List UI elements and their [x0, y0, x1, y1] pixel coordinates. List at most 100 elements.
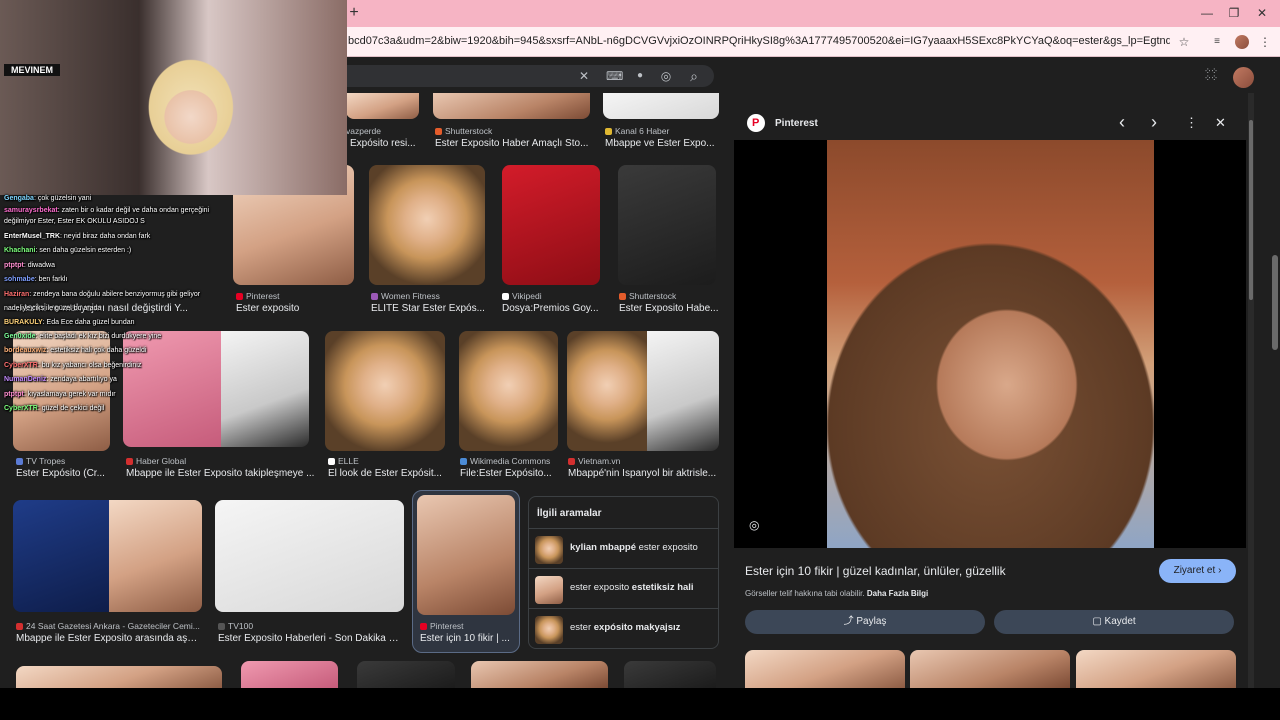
- chat-username: ptptpt: [4, 262, 24, 269]
- image-title[interactable]: El look de Ester Expósit...: [328, 468, 446, 479]
- maximize-button[interactable]: ❐: [1226, 5, 1242, 21]
- related-image-tile[interactable]: [910, 650, 1070, 688]
- image-tile[interactable]: [325, 331, 445, 451]
- image-tile[interactable]: [109, 500, 202, 612]
- chat-message: Gengaba: çok güzelsin yani: [4, 194, 91, 204]
- close-preview-icon[interactable]: ✕: [1215, 115, 1226, 131]
- browser-menu-icon[interactable]: ⋮: [1257, 34, 1273, 50]
- tv100-icon: [218, 623, 225, 630]
- image-tile[interactable]: [346, 93, 419, 119]
- star-icon[interactable]: ☆: [1176, 34, 1192, 50]
- image-tile[interactable]: [471, 661, 608, 688]
- related-searches-heading: İlgili aramalar: [537, 508, 602, 519]
- image-tile[interactable]: [618, 165, 716, 285]
- apps-icon[interactable]: ⁘⁘ ⁘⁘: [1204, 67, 1218, 83]
- image-title[interactable]: Dosya:Premios Goy...: [502, 303, 602, 314]
- image-tile[interactable]: [13, 500, 109, 612]
- preview-title[interactable]: Ester için 10 fikir | güzel kadınlar, ün…: [745, 564, 1145, 578]
- image-tile[interactable]: [459, 331, 558, 451]
- image-tile[interactable]: [603, 93, 719, 119]
- image-title[interactable]: Ester Exposito Haber Amaçlı Sto...: [435, 138, 590, 149]
- save-button[interactable]: ▢ Kaydet: [994, 610, 1234, 634]
- image-tile[interactable]: [502, 165, 600, 285]
- new-tab-button[interactable]: +: [347, 5, 361, 21]
- chat-text: değilmiyor Ester, Ester EK OKULU ASIDOJ …: [4, 218, 145, 225]
- chat-message: bordeauxwiz: estetiksiz hali çok daha gü…: [4, 346, 146, 356]
- women-fitness-icon: [371, 293, 378, 300]
- image-title[interactable]: Mbappé'nin İspanyol bir aktrisle...: [568, 468, 718, 479]
- image-title[interactable]: Mbappe ve Ester Expo...: [605, 138, 719, 149]
- tv-tropes-icon: [16, 458, 23, 465]
- chat-username: Gengaba: [4, 195, 34, 202]
- url-field[interactable]: bcd07c3a&udm=2&biw=1920&bih=945&sxsrf=AN…: [348, 35, 1170, 47]
- chat-text: : elite başladı ek kız bizi durdukyere y…: [35, 333, 162, 340]
- image-title[interactable]: Ester Exposito Habe...: [619, 303, 719, 314]
- chat-username: CyberXTR: [4, 405, 38, 412]
- image-tile[interactable]: [433, 93, 590, 119]
- related-image-tile[interactable]: [745, 650, 905, 688]
- search-input[interactable]: [300, 65, 714, 87]
- image-source: Wikimedia Commons: [460, 456, 560, 466]
- chat-username: NumanDeniz: [4, 376, 47, 383]
- mic-icon[interactable]: ●: [632, 66, 648, 86]
- image-tile[interactable]: [647, 331, 719, 451]
- page-scrollbar[interactable]: [1270, 57, 1280, 688]
- image-tile[interactable]: [16, 666, 222, 688]
- related-search-item[interactable]: ester exposito estetiksiz hali: [529, 568, 718, 608]
- chat-text: : neyid biraz daha ondan fark: [60, 233, 151, 240]
- chat-message: CyberXTR: güzel de çekici değil: [4, 404, 104, 414]
- image-tile[interactable]: [417, 495, 515, 615]
- more-options-icon[interactable]: ⋮: [1185, 115, 1198, 131]
- keyboard-icon[interactable]: ⌨: [606, 66, 623, 86]
- related-search-item[interactable]: kylian mbappé ester exposito: [529, 528, 718, 568]
- image-tile[interactable]: [221, 331, 309, 447]
- media-controls-icon[interactable]: ≡: [1209, 34, 1225, 50]
- image-source: Haber Global: [126, 456, 316, 466]
- chat-message: BURAKULY: Eda Ece daha güzel bundan: [4, 318, 135, 328]
- prev-result-icon[interactable]: ‹: [1119, 112, 1125, 133]
- kanal6-icon: [605, 128, 612, 135]
- image-title[interactable]: ELITE Star Ester Expós...: [371, 303, 485, 314]
- image-title[interactable]: Ester Expósito (Cr...: [16, 468, 116, 479]
- related-search-item[interactable]: ester expósito makyajsız: [529, 608, 718, 648]
- image-tile[interactable]: [215, 500, 404, 612]
- image-tile[interactable]: [567, 331, 647, 451]
- image-tile[interactable]: [241, 661, 338, 688]
- profile-avatar[interactable]: [1235, 35, 1249, 49]
- image-title[interactable]: File:Ester Expósito...: [460, 468, 560, 479]
- image-tile[interactable]: [357, 661, 455, 688]
- close-window-button[interactable]: ✕: [1254, 5, 1270, 21]
- image-title[interactable]: Expósito resi...: [350, 138, 426, 149]
- related-image-tile[interactable]: [1076, 650, 1236, 688]
- google-account-avatar[interactable]: [1233, 67, 1254, 88]
- clear-icon[interactable]: ✕: [576, 66, 592, 86]
- image-title[interactable]: Mbappe ile Ester Exposito takipleşmeye .…: [126, 468, 316, 479]
- image-tile[interactable]: [624, 661, 716, 688]
- chat-username: Haziran: [4, 291, 30, 298]
- preview-site-name[interactable]: Pinterest: [775, 118, 818, 129]
- chat-message: sohmabe: ben farklı: [4, 275, 67, 285]
- visit-button[interactable]: Ziyaret et ›: [1159, 559, 1236, 583]
- image-tile[interactable]: [369, 165, 485, 285]
- chat-message: Gen0xide: elite başladı ek kız bizi durd…: [4, 332, 161, 342]
- image-title[interactable]: Ester Exposito Haberleri - Son Dakika E.…: [218, 633, 403, 644]
- panel-scrollbar-thumb[interactable]: [1249, 120, 1253, 300]
- page-scrollbar-thumb[interactable]: [1272, 255, 1278, 350]
- chat-message: CyberXTR: bu kız yabancı olsa beğenirdin…: [4, 361, 141, 371]
- lens-search-icon[interactable]: ◎: [749, 518, 759, 532]
- more-info-link[interactable]: Daha Fazla Bilgi: [867, 589, 928, 598]
- chat-username: BURAKULY: [4, 319, 43, 326]
- search-icon[interactable]: ⌕: [686, 66, 702, 86]
- next-result-icon[interactable]: ›: [1151, 112, 1157, 133]
- lens-icon[interactable]: ◎: [658, 66, 674, 86]
- image-title[interactable]: Ester exposito: [236, 303, 354, 314]
- related-thumb: [535, 616, 563, 644]
- chat-text: : zaten bir o kadar değil ve daha ondan …: [57, 207, 210, 214]
- image-title[interactable]: Mbappe ile Ester Exposito arasında aşk .…: [16, 633, 201, 644]
- preview-image[interactable]: [827, 140, 1154, 548]
- minimize-button[interactable]: —: [1199, 5, 1215, 21]
- related-search-label: kylian mbappé ester exposito: [570, 542, 698, 553]
- image-title[interactable]: Ester için 10 fikir | ...: [420, 633, 515, 644]
- share-button[interactable]: ⤴ Paylaş: [745, 610, 985, 634]
- chat-message: EnterMusel_TRK: neyid biraz daha ondan f…: [4, 232, 150, 242]
